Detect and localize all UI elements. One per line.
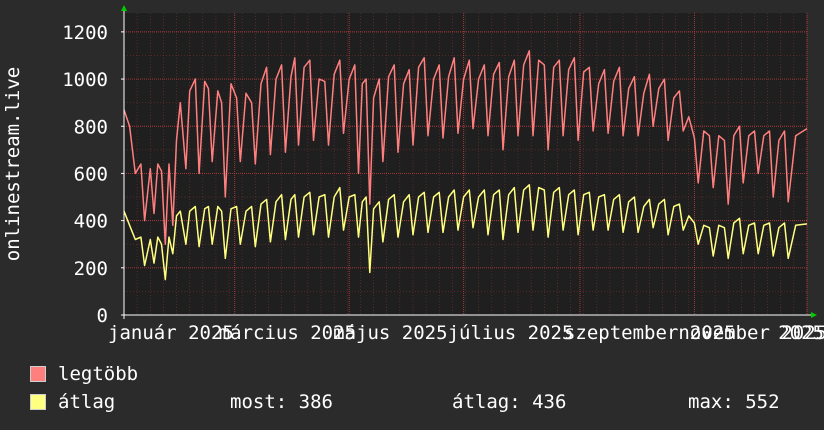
y-axis-arrow <box>121 5 127 11</box>
legend-label-max: legtöbb <box>58 363 139 385</box>
y-tick-label: 0 <box>97 305 108 327</box>
y-tick-label: 400 <box>74 211 108 233</box>
x-tick-label: 2025 <box>778 322 824 344</box>
stat-max: max: 552 <box>688 391 780 413</box>
y-tick-label: 1000 <box>62 69 108 91</box>
x-tick-label: május 2025 <box>333 322 447 344</box>
legend-label-avg: átlag <box>58 391 116 413</box>
y-tick-label: 1200 <box>62 22 108 44</box>
y-axis-title: onlinestream.live <box>2 67 24 261</box>
legend-item-max: legtöbb <box>30 362 138 386</box>
x-tick-label: július 2025 <box>448 322 574 344</box>
y-tick-label: 200 <box>74 258 108 280</box>
stat-now: most: 386 <box>230 391 333 413</box>
stat-avg: átlag: 436 <box>452 391 567 413</box>
x-tick-label: január 2025 <box>108 322 234 344</box>
y-tick-label: 800 <box>74 116 108 138</box>
legend-item-avg: átlag <box>30 390 115 414</box>
legend-swatch-avg <box>30 394 46 410</box>
y-tick-label: 600 <box>74 163 108 185</box>
x-axis-arrow <box>811 312 817 318</box>
legend-swatch-max <box>30 366 46 382</box>
